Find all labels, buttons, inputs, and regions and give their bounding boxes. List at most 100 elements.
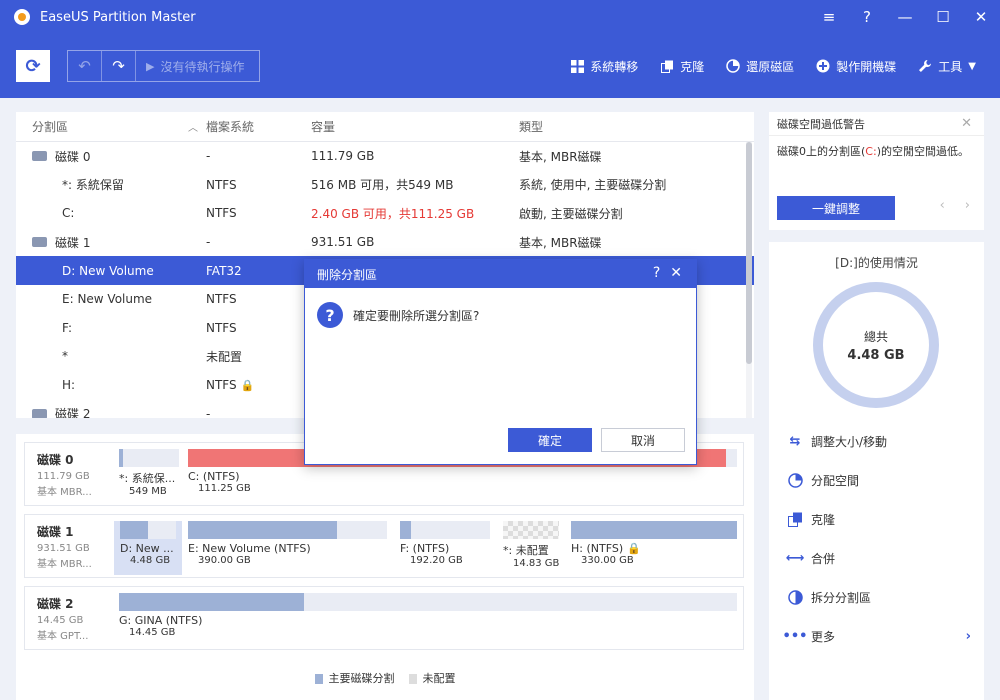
bootable-media-button[interactable]: 製作開機碟	[816, 58, 896, 75]
close-icon[interactable]: ✕	[962, 0, 1000, 34]
resize-icon: ⇆	[789, 434, 801, 449]
partition-size: 390.00 GB	[198, 555, 251, 566]
row-type: 系統, 使用中, 主要磁碟分割	[519, 178, 667, 193]
sort-asc-icon: ︿	[188, 123, 198, 134]
close-icon[interactable]: ✕	[961, 116, 972, 131]
close-icon[interactable]: ✕	[670, 265, 682, 281]
refresh-icon: ⟳	[25, 55, 41, 77]
header-filesystem[interactable]: 檔案系統	[206, 118, 311, 135]
warning-title-text: 磁碟空間過低警告	[777, 117, 865, 131]
one-click-adjust-button[interactable]: 一鍵調整	[777, 196, 895, 220]
dialog-message: 確定要刪除所選分割區?	[353, 308, 480, 323]
action-label: 更多	[811, 630, 836, 644]
row-type: 啟動, 主要磁碟分割	[519, 206, 623, 221]
legend-unallocated: 未配置	[408, 670, 456, 686]
table-row[interactable]: 磁碟 0 - 111.79 GB 基本, MBR磁碟	[16, 142, 754, 171]
dialog-body: ? 確定要刪除所選分割區?	[305, 288, 696, 342]
restore-partition-button[interactable]: 還原磁區	[726, 58, 794, 75]
row-capacity: 516 MB 可用，共549 MB	[311, 178, 454, 193]
system-migrate-button[interactable]: 系統轉移	[570, 58, 638, 75]
disk-name: 磁碟 1	[37, 525, 74, 539]
total-value: 4.48 GB	[847, 347, 905, 363]
partition-block[interactable]: H: (NTFS) 🔒 330.00 GB	[571, 521, 737, 575]
row-filesystem: -	[206, 235, 211, 250]
undo-button[interactable]: ↶	[68, 51, 102, 81]
chevron-right-icon: ›	[965, 629, 971, 644]
clone-icon	[787, 512, 803, 528]
table-row[interactable]: C: NTFS 2.40 GB 可用，共111.25 GB 啟動, 主要磁碟分割	[16, 199, 754, 228]
row-type: 基本, MBR磁碟	[519, 149, 602, 164]
grid-icon	[570, 59, 584, 73]
partition-label: D: New ...	[120, 542, 174, 555]
help-icon[interactable]: ?	[653, 265, 660, 281]
header-partition-label: 分割區	[32, 120, 69, 134]
tools-menu-button[interactable]: 工具 ▼	[918, 58, 976, 75]
disk-info[interactable]: 磁碟 0 111.79 GB 基本 MBR...	[37, 451, 117, 498]
partition-label: E: New Volume (NTFS)	[188, 542, 311, 555]
usage-panel: [D:]的使用情況 總共 4.48 GB ⇆ 調整大小/移動 分配空間 克隆 ⟷…	[769, 242, 984, 700]
merge-action[interactable]: ⟷ 合併	[786, 539, 977, 578]
header-type[interactable]: 類型	[519, 118, 729, 135]
action-label: 合併	[811, 552, 836, 566]
header-partition[interactable]: 分割區 ︿	[16, 118, 206, 135]
action-list: ⇆ 調整大小/移動 分配空間 克隆 ⟷ 合併 拆分分割區 ••• 更多 ›	[783, 422, 977, 656]
header-capacity[interactable]: 容量	[311, 118, 519, 135]
partition-block[interactable]: E: New Volume (NTFS) 390.00 GB	[188, 521, 387, 575]
partition-size: 549 MB	[129, 486, 167, 497]
refresh-button[interactable]: ⟳	[16, 50, 50, 82]
row-filesystem: NTFS	[206, 292, 237, 307]
unallocated-bar	[503, 521, 559, 539]
disk-map: 磁碟 0 111.79 GB 基本 MBR... *: 系統保... 549 M…	[16, 434, 754, 700]
menu-icon[interactable]: ≡	[810, 0, 848, 34]
row-filesystem: 未配置	[206, 349, 243, 364]
cancel-button[interactable]: 取消	[601, 428, 685, 452]
redo-icon: ↷	[112, 57, 125, 75]
redo-button[interactable]: ↷	[102, 51, 136, 81]
confirm-button[interactable]: 確定	[508, 428, 592, 452]
chevron-right-icon[interactable]: ›	[965, 198, 970, 213]
undo-icon: ↶	[78, 57, 91, 75]
disk-info[interactable]: 磁碟 1 931.51 GB 基本 MBR...	[37, 523, 117, 570]
disk-icon	[32, 151, 47, 162]
partition-block-selected[interactable]: D: New ... 4.48 GB	[114, 521, 182, 575]
execute-pending-button[interactable]: ▶ 沒有待執行操作	[136, 51, 259, 81]
clone-button[interactable]: 克隆	[660, 58, 704, 75]
row-name: 磁碟 0	[55, 149, 91, 164]
row-name: 磁碟 1	[55, 235, 91, 250]
row-capacity: 111.79 GB	[311, 149, 375, 164]
resize-move-action[interactable]: ⇆ 調整大小/移動	[787, 422, 977, 461]
legend-primary: 主要磁碟分割	[314, 670, 395, 686]
restore-label: 還原磁區	[746, 59, 795, 74]
plus-circle-icon	[816, 59, 830, 73]
table-row[interactable]: 磁碟 1 - 931.51 GB 基本, MBR磁碟	[16, 228, 754, 257]
clone-action[interactable]: 克隆	[787, 500, 977, 539]
help-icon[interactable]: ?	[848, 0, 886, 34]
disk-size: 111.79 GB	[37, 471, 90, 482]
toolbar: ⟳ ↶ ↷ ▶ 沒有待執行操作 系統轉移 克隆 還原磁區 製作開機碟 工具 ▼	[0, 34, 1000, 98]
delete-partition-dialog: 刪除分割區 ? ✕ ? 確定要刪除所選分割區? 確定 取消	[304, 259, 697, 465]
row-filesystem: NTFS	[206, 206, 237, 221]
warning-message: 磁碟0上的分割區(C:)的空閒空間過低。	[769, 136, 984, 167]
chevron-left-icon[interactable]: ‹	[940, 198, 945, 213]
row-filesystem: FAT32	[206, 263, 242, 278]
scrollbar-thumb[interactable]	[746, 142, 752, 364]
partition-block-unallocated[interactable]: *: 未配置 14.83 GB	[503, 521, 559, 575]
row-filesystem: NTFS	[206, 378, 237, 393]
partition-usage-bar	[571, 521, 737, 539]
table-row[interactable]: *: 系統保留 NTFS 516 MB 可用，共549 MB 系統, 使用中, …	[16, 171, 754, 200]
partition-block[interactable]: G: GINA (NTFS) 14.45 GB	[119, 593, 737, 647]
allocate-space-action[interactable]: 分配空間	[787, 461, 977, 500]
partition-usage-fill	[400, 521, 411, 539]
disk-info[interactable]: 磁碟 2 14.45 GB 基本 GPT...	[37, 595, 117, 642]
partition-label: H: (NTFS)	[571, 542, 624, 555]
lock-icon: 🔒	[240, 379, 255, 393]
partition-block[interactable]: F: (NTFS) 192.20 GB	[400, 521, 490, 575]
table-scrollbar[interactable]	[746, 142, 752, 418]
split-partition-action[interactable]: 拆分分割區	[787, 578, 977, 617]
minimize-icon[interactable]: —	[886, 0, 924, 34]
maximize-icon[interactable]: ☐	[924, 0, 962, 34]
partition-block[interactable]: *: 系統保... 549 MB	[119, 449, 179, 503]
more-action[interactable]: ••• 更多 ›	[783, 617, 977, 656]
usage-title: [D:]的使用情況	[835, 256, 918, 270]
partition-label: C: (NTFS)	[188, 470, 240, 483]
